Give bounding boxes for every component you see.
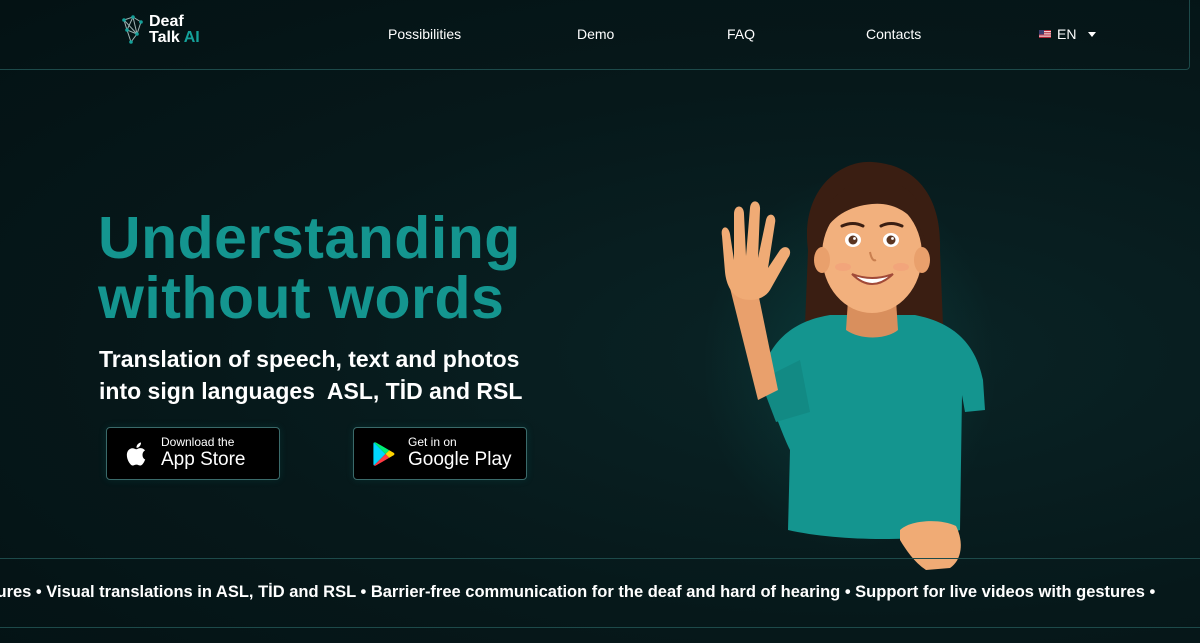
hero-subtitle: Translation of speech, text and photos i… [99, 343, 522, 407]
hero-subtitle-line2: into sign languages ASL, TİD and RSL [99, 378, 523, 404]
google-play-icon [373, 441, 395, 466]
nav-contacts[interactable]: Contacts [866, 26, 921, 42]
logo-word-ai: AI [183, 29, 200, 46]
nav-possibilities[interactable]: Possibilities [388, 26, 461, 42]
apple-icon [126, 442, 146, 465]
nav-demo[interactable]: Demo [577, 26, 614, 42]
site-header: Deaf Talk AI Possibilities Demo FAQ Cont… [0, 0, 1190, 70]
logo-word-talk: Talk [149, 29, 180, 46]
hero-title-line1: Understanding [98, 205, 521, 271]
language-label: EN [1057, 26, 1077, 42]
network-hand-icon [122, 15, 143, 44]
logo-wordmark: Deaf Talk AI [149, 14, 200, 46]
feature-ticker: tures • Visual translations in ASL, TİD … [0, 558, 1200, 628]
google-play-small-label: Get in on [408, 435, 457, 449]
waving-girl-avatar [721, 161, 985, 570]
logo-line1: Deaf [149, 13, 184, 30]
chevron-down-icon [1088, 31, 1097, 37]
hero-title: Understanding without words [98, 208, 521, 328]
ticker-text: tures • Visual translations in ASL, TİD … [0, 583, 1156, 601]
app-store-small-label: Download the [161, 435, 235, 449]
logo[interactable]: Deaf Talk AI [121, 14, 200, 46]
hero-title-line2: without words [98, 265, 505, 331]
app-store-big-label: App Store [161, 449, 246, 470]
nav-faq[interactable]: FAQ [727, 26, 755, 42]
us-flag-icon [1039, 30, 1051, 38]
app-store-button[interactable]: Download the App Store [106, 427, 280, 480]
google-play-big-label: Google Play [408, 449, 512, 470]
language-selector[interactable]: EN [1039, 26, 1097, 42]
hero-subtitle-line1: Translation of speech, text and photos [99, 346, 520, 372]
google-play-button[interactable]: Get in on Google Play [353, 427, 527, 480]
